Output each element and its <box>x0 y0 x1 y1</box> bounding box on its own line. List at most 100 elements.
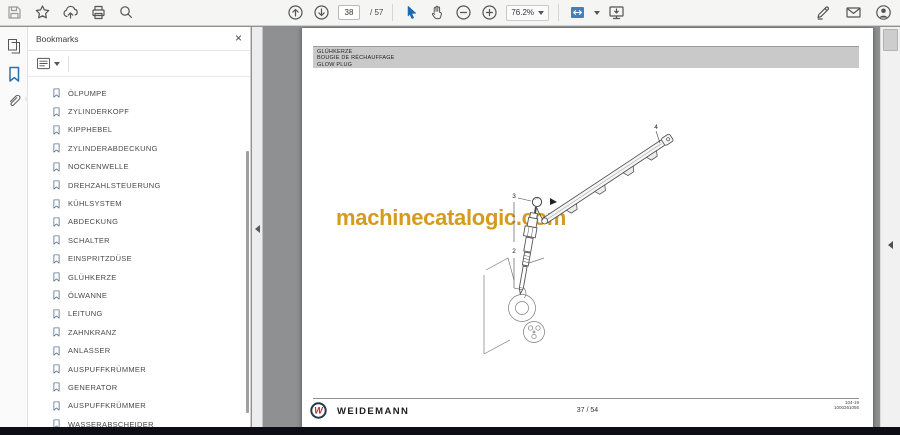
bookmarks-panel: Bookmarks × ÖLPUMPE ZYLINDERKOPF KIPPHEB… <box>28 27 251 427</box>
panel-scrollbar-thumb[interactable] <box>246 151 249 413</box>
collapse-panel-arrow-icon[interactable] <box>255 225 260 233</box>
glow-plug-diagram: 3 2 4 <box>483 124 674 355</box>
page-thumbnails-icon[interactable] <box>5 37 23 55</box>
bookmark-item[interactable]: EINSPRITZDÜSE <box>52 250 250 268</box>
main-toolbar: 38 / 57 76.2% <box>0 0 900 26</box>
zoom-in-button[interactable] <box>480 3 499 22</box>
panel-splitter[interactable] <box>252 27 263 427</box>
bookmark-icon <box>53 401 60 411</box>
bookmark-item-label: KIPPHEBEL <box>68 125 113 135</box>
search-icon[interactable] <box>117 3 136 22</box>
bookmark-icon <box>53 162 60 172</box>
bookmark-item-label: ANLASSER <box>68 346 111 356</box>
bookmark-item[interactable]: GLÜHKERZE <box>52 268 250 286</box>
fill-sign-pen-icon[interactable] <box>814 3 833 22</box>
hand-tool[interactable] <box>428 3 447 22</box>
bookmark-item-label: AUSPUFFKRÜMMER <box>68 401 146 411</box>
bookmark-item[interactable]: GENERATOR <box>52 378 250 396</box>
chevron-down-icon[interactable] <box>594 10 601 15</box>
bookmark-item[interactable]: ÖLPUMPE <box>52 84 250 102</box>
bookmark-item[interactable]: ZAHNKRANZ <box>52 323 250 341</box>
bookmark-icon <box>53 198 60 209</box>
bookmark-item-label: WASSERABSCHEIDER <box>68 419 154 427</box>
bookmark-item-label: AUSPUFFKRÜMMER <box>68 364 146 374</box>
print-button[interactable] <box>89 3 108 22</box>
collapse-tools-arrow-icon[interactable] <box>888 241 893 249</box>
bookmark-item[interactable]: AUSPUFFKRÜMMER <box>52 360 250 378</box>
reading-mode-button[interactable] <box>607 3 626 22</box>
bookmarks-icon[interactable] <box>5 65 23 83</box>
bookmark-item[interactable]: LEITUNG <box>52 305 250 323</box>
share-upload-button[interactable] <box>61 3 80 22</box>
fit-width-button[interactable] <box>568 3 587 22</box>
previous-page-button[interactable] <box>286 3 305 22</box>
bookmark-icon <box>53 272 60 282</box>
bookmark-item-label: ZAHNKRANZ <box>68 327 117 337</box>
bookmarks-panel-toolbar <box>28 51 250 77</box>
zoom-level-value: 76.2% <box>511 8 535 17</box>
bookmark-item[interactable]: KIPPHEBEL <box>52 121 250 139</box>
bookmark-item-label: EINSPRITZDÜSE <box>68 254 132 264</box>
bookmark-icon <box>53 107 60 117</box>
bookmark-icon <box>53 364 60 374</box>
bookmark-item-label: GLÜHKERZE <box>68 272 117 282</box>
bookmark-icon <box>53 125 60 135</box>
select-cursor-tool[interactable] <box>402 3 421 22</box>
footer-rule <box>313 398 859 399</box>
bookmark-options-button[interactable] <box>36 57 60 70</box>
account-icon[interactable] <box>874 3 893 22</box>
scrollbar-thumb[interactable] <box>883 29 898 51</box>
bookmark-icon <box>53 419 60 427</box>
footer-page-indicator: 37 / 54 <box>576 407 599 414</box>
panel-title: Bookmarks <box>36 33 79 44</box>
bookmark-item-label: SCHALTER <box>68 235 110 245</box>
bookmark-item[interactable]: ZYLINDERKOPF <box>52 102 250 120</box>
toolbar-nav-group: 38 / 57 76.2% <box>286 0 626 25</box>
zoom-level-select[interactable]: 76.2% <box>506 4 550 21</box>
toolbar-separator <box>392 4 394 21</box>
bookmark-item-label: ÖLPUMPE <box>68 88 107 98</box>
bookmark-icon <box>53 88 60 98</box>
bookmark-item[interactable]: SCHALTER <box>52 231 250 249</box>
chevron-down-icon <box>54 61 60 66</box>
bookmark-icon <box>53 290 60 301</box>
bookmark-item[interactable]: ZYLINDERABDECKUNG <box>52 139 250 157</box>
bookmark-item[interactable]: AUSPUFFKRÜMMER <box>52 397 250 415</box>
bookmark-item-label: DREHZAHLSTEUERUNG <box>68 180 161 190</box>
panel-toolbar-divider <box>68 55 69 72</box>
page-total-label: / 57 <box>370 8 384 17</box>
close-icon[interactable]: × <box>235 31 242 45</box>
document-viewport[interactable]: GLÜHKERZE BOUGIE DE RÉCHAUFFAGE GLOW PLU… <box>264 27 880 427</box>
diagram-label-2: 2 <box>512 248 516 255</box>
bookmark-item-label: ABDECKUNG <box>68 217 119 227</box>
bookmark-icon <box>53 235 60 245</box>
next-page-button[interactable] <box>312 3 331 22</box>
attachments-icon[interactable] <box>5 91 23 109</box>
bookmark-item-label: ZYLINDERABDECKUNG <box>68 143 158 153</box>
send-mail-icon[interactable] <box>844 3 863 22</box>
page-number-input[interactable]: 38 <box>338 5 360 20</box>
bookmark-item[interactable]: ÖLWANNE <box>52 286 250 304</box>
chevron-down-icon <box>538 10 545 15</box>
bookmark-item[interactable]: DREHZAHLSTEUERUNG <box>52 176 250 194</box>
star-icon[interactable] <box>33 3 52 22</box>
bookmark-item[interactable]: ABDECKUNG <box>52 213 250 231</box>
bookmark-icon <box>53 382 60 392</box>
toolbar-separator <box>558 4 560 21</box>
pdf-page: GLÜHKERZE BOUGIE DE RÉCHAUFFAGE GLOW PLU… <box>302 28 873 427</box>
zoom-out-button[interactable] <box>454 3 473 22</box>
bookmark-icon <box>53 346 60 356</box>
bookmark-item[interactable]: NOCKENWELLE <box>52 158 250 176</box>
footer-document-codes: 104-19 1000261056 <box>834 400 859 410</box>
header-line-en: GLOW PLUG <box>317 61 353 68</box>
bookmark-item[interactable]: WASSERABSCHEIDER <box>52 415 250 427</box>
save-button[interactable] <box>5 3 24 22</box>
bookmark-item-label: ÖLWANNE <box>68 290 108 300</box>
document-scrollbar[interactable] <box>880 27 900 427</box>
bookmark-item-label: LEITUNG <box>68 309 103 319</box>
bottom-edge-bar <box>0 427 900 435</box>
bookmark-icon <box>53 254 60 264</box>
bookmark-item[interactable]: ANLASSER <box>52 341 250 359</box>
bookmark-icon <box>53 180 60 190</box>
bookmark-item[interactable]: KÜHLSYSTEM <box>52 194 250 212</box>
